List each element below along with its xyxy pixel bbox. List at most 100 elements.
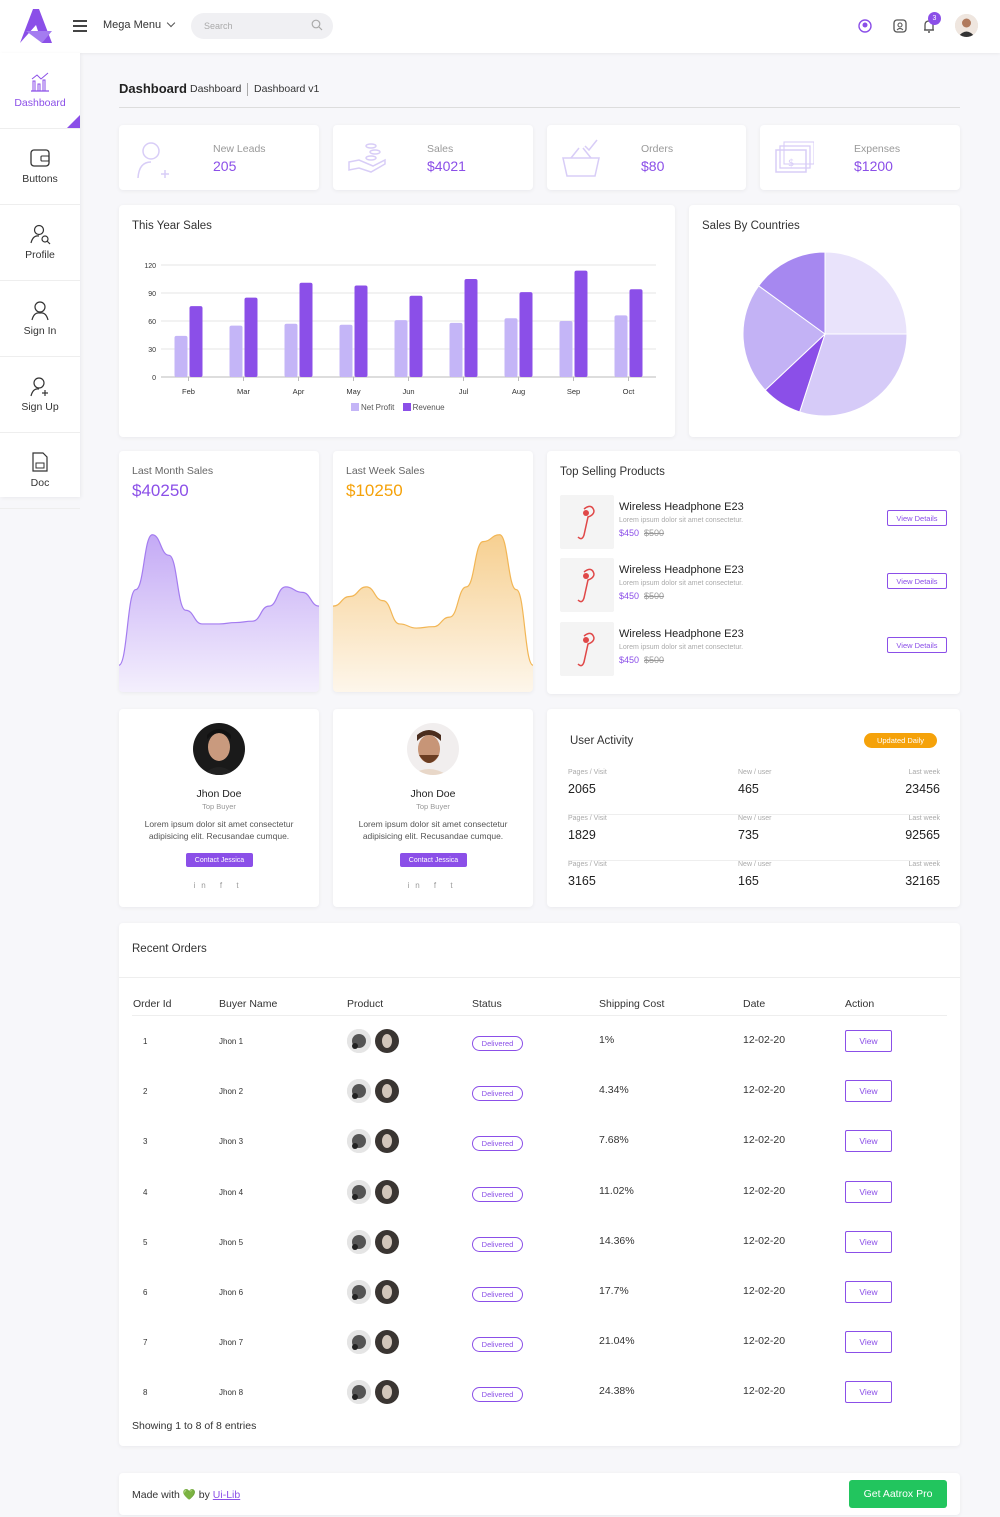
activity-key: Pages / Visit — [568, 861, 607, 868]
product-name: Wireless Headphone E23 — [619, 564, 744, 576]
order-date: 12-02-20 — [743, 1184, 786, 1197]
order-id: 4 — [143, 1187, 148, 1197]
activity-value: 32165 — [905, 874, 940, 888]
activity-value: 465 — [738, 782, 759, 796]
social-links[interactable]: in f t — [333, 881, 533, 890]
column-header: Product — [347, 998, 384, 1010]
mega-menu-label: Mega Menu — [103, 19, 162, 31]
headphone-image — [560, 558, 614, 612]
view-button[interactable]: View — [845, 1331, 892, 1354]
status-badge: Delivered — [472, 1287, 523, 1302]
ui-lib-link[interactable]: Ui-Lib — [213, 1489, 240, 1501]
status-badge: Delivered — [472, 1236, 523, 1252]
contact-button[interactable]: Contact Jessica — [400, 853, 467, 867]
profile-bio: Lorem ipsum dolor sit amet consectetur a… — [144, 819, 294, 841]
order-id: 6 — [143, 1288, 148, 1297]
product-thumbnail — [347, 1280, 371, 1304]
x-tick-label: Apr — [293, 387, 305, 396]
order-date: 12-02-20 — [743, 1335, 786, 1348]
user-add-icon — [30, 377, 48, 397]
activity-key: Pages / Visit — [568, 769, 607, 776]
contact-button[interactable]: Contact Jessica — [186, 853, 253, 867]
view-details-button[interactable]: View Details — [887, 573, 947, 589]
get-pro-button[interactable]: Get Aatrox Pro — [849, 1480, 947, 1508]
basket-icon — [562, 139, 600, 177]
column-header: Date — [743, 998, 766, 1010]
view-button[interactable]: View — [845, 1381, 892, 1404]
view-button[interactable]: View — [845, 1080, 892, 1103]
legend-item-net-profit: Net Profit — [351, 403, 394, 412]
product-item: Wireless Headphone E23 Lorem ipsum dolor… — [560, 622, 948, 676]
x-tick-label: Aug — [512, 387, 525, 396]
mega-menu-dropdown[interactable]: Mega Menu — [103, 18, 176, 31]
logo-icon[interactable] — [18, 7, 54, 45]
chart-legend: Net Profit Revenue — [351, 403, 445, 412]
sidebar-item-doc[interactable]: Doc — [0, 433, 80, 509]
user-avatar[interactable] — [955, 14, 978, 37]
document-icon — [32, 452, 48, 472]
product-thumbnail — [375, 1029, 399, 1053]
sidebar-item-label: Doc — [30, 477, 50, 489]
view-details-button[interactable]: View Details — [887, 637, 947, 653]
y-tick-label: 60 — [148, 319, 156, 326]
headphone-image — [560, 622, 614, 676]
search-icon[interactable] — [311, 19, 323, 31]
view-button[interactable]: View — [845, 1230, 892, 1253]
sales-by-countries-card: Sales By Countries — [689, 205, 960, 437]
sidebar-item-dashboard[interactable]: Dashboard — [0, 53, 80, 129]
view-button[interactable]: View — [845, 1030, 892, 1052]
made-with-text: Made with 💚 by Ui-Lib — [132, 1489, 241, 1501]
divider — [132, 1015, 947, 1016]
bar-net-profit — [339, 324, 353, 377]
bar-revenue — [189, 306, 203, 377]
status-badge: Delivered — [472, 1036, 523, 1051]
profile-avatar — [193, 723, 245, 775]
stat-label: Sales — [427, 143, 454, 155]
shipping-cost: 4.34% — [599, 1084, 629, 1097]
product-thumbnail — [347, 1129, 371, 1154]
sidebar-item-profile[interactable]: Profile — [0, 205, 80, 281]
sidebar-item-sign-up[interactable]: Sign Up — [0, 357, 80, 433]
x-tick-label: Jul — [459, 387, 469, 396]
table-row: 5 Jhon 5 Delivered 14.36% 12-02-20 View — [132, 1229, 947, 1280]
table-footer-info: Showing 1 to 8 of 8 entries — [132, 1420, 257, 1432]
pie-chart — [742, 251, 908, 417]
recent-orders-card: Recent Orders Order Id Buyer Name Produc… — [119, 923, 960, 1446]
column-header: Order Id — [133, 998, 172, 1010]
table-row: 7 Jhon 7 Delivered 21.04% 12-02-20 View — [132, 1330, 947, 1380]
sidebar-item-buttons[interactable]: Buttons — [0, 129, 80, 205]
social-links[interactable]: in f t — [119, 881, 319, 890]
legend-item-revenue: Revenue — [402, 403, 445, 412]
view-details-button[interactable]: View Details — [887, 510, 947, 526]
activity-value: 23456 — [905, 782, 940, 796]
breadcrumb-item[interactable]: Dashboard — [190, 83, 241, 95]
product-thumbnail — [375, 1380, 399, 1405]
hamburger-menu-icon[interactable] — [73, 20, 87, 32]
product-description: Lorem ipsum dolor sit amet consectetur. — [619, 644, 744, 651]
column-header: Shipping Cost — [599, 998, 665, 1010]
profile-name: Jhon Doe — [196, 788, 242, 800]
bar-net-profit — [229, 325, 243, 377]
bar-revenue — [519, 292, 533, 377]
page-title: Dashboard — [119, 81, 187, 96]
x-tick-label: Feb — [182, 387, 195, 396]
bar-net-profit — [284, 323, 298, 377]
sidebar-item-label: Buttons — [22, 173, 58, 185]
sidebar-item-sign-in[interactable]: Sign In — [0, 281, 80, 357]
activity-row: Pages / Visit 2065 New / user 465 Last w… — [568, 769, 940, 815]
view-button[interactable]: View — [845, 1281, 892, 1303]
product-thumbnail — [347, 1330, 371, 1355]
github-icon[interactable] — [857, 18, 873, 34]
chat-icon[interactable] — [892, 18, 908, 34]
view-button[interactable]: View — [845, 1180, 892, 1203]
bar-revenue — [464, 279, 478, 377]
view-button[interactable]: View — [845, 1130, 892, 1153]
bar-revenue — [354, 285, 368, 377]
hand-coins-icon — [348, 143, 386, 173]
shipping-cost: 17.7% — [599, 1285, 629, 1297]
bar-net-profit — [614, 315, 628, 377]
breadcrumb-item[interactable]: Dashboard v1 — [254, 83, 319, 95]
status-badge: Delivered — [472, 1086, 523, 1102]
stat-label: Expenses — [854, 143, 901, 155]
bar-net-profit — [174, 335, 188, 377]
